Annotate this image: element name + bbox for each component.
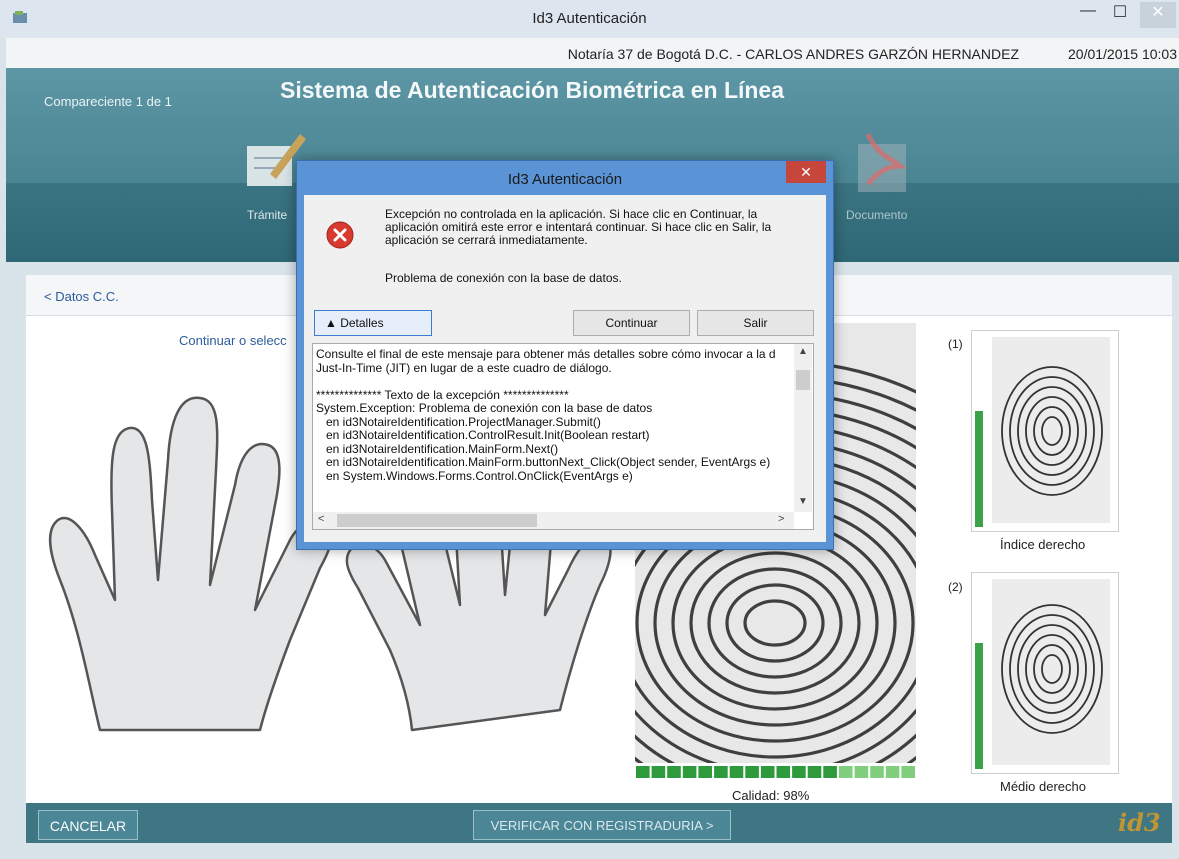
quality-segment <box>823 766 837 778</box>
quality-segment <box>714 766 728 778</box>
continue-button[interactable]: Continuar <box>573 310 690 336</box>
quality-segment <box>854 766 869 778</box>
maximize-button[interactable]: ☐ <box>1104 2 1136 28</box>
notaria-label: Notaría 37 de Bogotá D.C. - CARLOS ANDRE… <box>567 46 1019 62</box>
close-button[interactable]: ✕ <box>1140 2 1176 28</box>
dialog-title: Id3 Autenticación <box>507 171 623 188</box>
quality-segment <box>807 766 822 778</box>
scroll-right-icon[interactable]: > <box>778 513 784 525</box>
quality-segment <box>776 766 791 778</box>
details-text: Consulte el final de este mensaje para o… <box>316 348 776 483</box>
quality-segment <box>729 766 744 778</box>
horizontal-scroll-thumb[interactable] <box>337 514 537 527</box>
finger2-label: Médio derecho <box>1000 779 1086 794</box>
scroll-up-icon[interactable]: ▲ <box>798 346 808 357</box>
quality-segment <box>792 766 806 778</box>
quality-segment <box>760 766 775 778</box>
dialog-close-button[interactable]: ✕ <box>786 161 826 183</box>
minimize-button[interactable]: — <box>1072 2 1104 28</box>
pdf-document-icon[interactable] <box>848 126 918 196</box>
quality-bar <box>636 766 915 778</box>
step-label-tramite: Trámite <box>247 208 288 222</box>
back-link[interactable]: < Datos C.C. <box>44 289 119 304</box>
quality-segment <box>682 766 697 778</box>
quality-segment <box>838 766 853 778</box>
finger1-number: (1) <box>948 337 963 351</box>
compareciente-label: Compareciente 1 de 1 <box>44 94 172 109</box>
dialog-problem: Problema de conexión con la base de dato… <box>385 271 622 285</box>
id3-logo: id3 <box>1118 808 1161 837</box>
scroll-left-icon[interactable]: < <box>318 513 324 525</box>
quality-segment <box>667 766 681 778</box>
app-title: Sistema de Autenticación Biométrica en L… <box>280 77 785 103</box>
verify-registraduria-button[interactable]: VERIFICAR CON REGISTRADURIA > <box>473 810 731 840</box>
scroll-down-icon[interactable]: ▼ <box>798 496 808 507</box>
details-toggle-button[interactable]: ▲ Detalles <box>314 310 432 336</box>
cancel-button[interactable]: CANCELAR <box>38 810 138 840</box>
datetime-label: 20/01/2015 10:03 <box>1068 46 1177 62</box>
finger1-label: Índice derecho <box>1000 537 1086 552</box>
quality-segment <box>870 766 884 778</box>
middle-finger-thumbnail[interactable] <box>971 572 1119 774</box>
index-finger-thumbnail[interactable] <box>971 330 1119 532</box>
exit-button[interactable]: Salir <box>697 310 814 336</box>
quality-segment <box>636 766 650 778</box>
quality-segment <box>745 766 759 778</box>
error-icon <box>326 221 354 249</box>
quality-segment <box>698 766 712 778</box>
step-label-documento: Documento <box>846 208 908 222</box>
left-hand <box>48 396 332 732</box>
finger2-number: (2) <box>948 580 963 594</box>
quality-label: Calidad: 98% <box>732 788 810 803</box>
vertical-scroll-thumb[interactable] <box>796 370 810 390</box>
quality-segment <box>901 766 915 778</box>
dialog-message: Excepción no controlada en la aplicación… <box>385 207 772 247</box>
quality-segment <box>885 766 900 778</box>
quality-segment <box>651 766 666 778</box>
instruction-text: Continuar o selecc <box>179 333 287 348</box>
window-title: Id3 Autenticación <box>532 10 647 27</box>
